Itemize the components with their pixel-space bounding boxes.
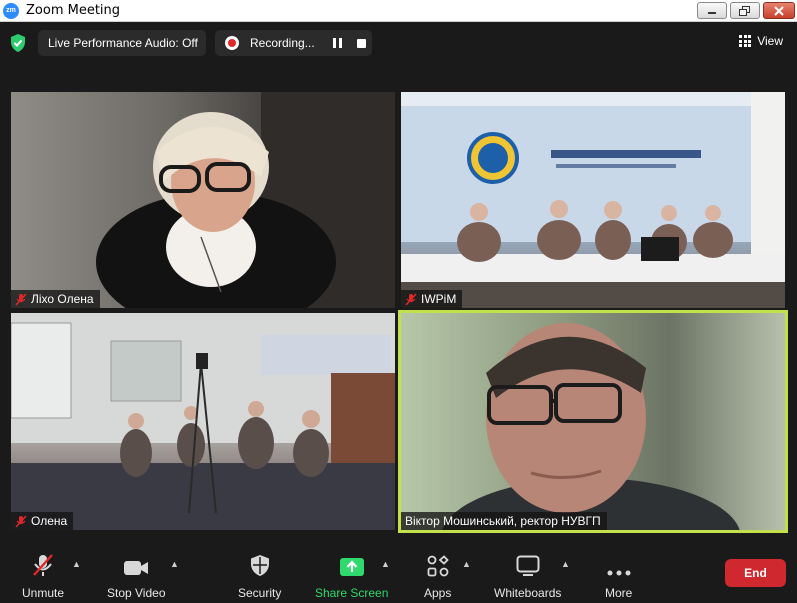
participant-video-tile[interactable]: Олена bbox=[11, 313, 395, 530]
share-screen-label: Share Screen bbox=[315, 586, 389, 600]
active-speaker-video-tile[interactable]: Віктор Мошинський, ректор НУВГП bbox=[398, 310, 788, 533]
encryption-shield-icon[interactable] bbox=[10, 34, 26, 52]
whiteboards-options-caret-icon[interactable]: ▲ bbox=[561, 559, 570, 569]
participant-video-tile[interactable]: IWPiM bbox=[401, 92, 785, 308]
stop-video-button[interactable]: Stop Video bbox=[107, 553, 166, 600]
apps-button[interactable]: Apps bbox=[424, 553, 451, 600]
unmute-label: Unmute bbox=[22, 586, 65, 600]
meeting-controls-toolbar: Unmute ▲ Stop Video ▲ Security Share Scr… bbox=[0, 545, 797, 603]
live-performance-audio-status[interactable]: Live Performance Audio: Off bbox=[38, 30, 206, 56]
more-label: More bbox=[605, 586, 633, 600]
close-button[interactable] bbox=[763, 2, 795, 19]
participant-video-feed bbox=[11, 313, 395, 530]
restore-button[interactable] bbox=[730, 2, 760, 19]
participant-name-tag: Віктор Мошинський, ректор НУВГП bbox=[401, 512, 607, 530]
participant-name-tag: Ліхо Олена bbox=[11, 290, 100, 308]
share-options-caret-icon[interactable]: ▲ bbox=[381, 559, 390, 569]
zoom-logo-icon: zm bbox=[3, 2, 19, 19]
view-button[interactable]: View bbox=[739, 34, 783, 48]
apps-icon bbox=[427, 555, 449, 577]
meeting-topbar: Live Performance Audio: Off Recording...… bbox=[0, 22, 797, 64]
participant-name: Ліхо Олена bbox=[31, 292, 94, 306]
participant-name-tag: IWPiM bbox=[401, 290, 463, 308]
window-title: Zoom Meeting bbox=[26, 3, 121, 18]
more-dots-icon bbox=[607, 570, 631, 576]
whiteboards-label: Whiteboards bbox=[494, 586, 562, 600]
muted-microphone-icon bbox=[33, 554, 53, 576]
participant-video-tile[interactable]: Ліхо Олена bbox=[11, 92, 395, 308]
close-icon bbox=[774, 5, 784, 16]
participant-name-tag: Олена bbox=[11, 512, 74, 530]
security-shield-icon bbox=[250, 555, 269, 576]
apps-options-caret-icon[interactable]: ▲ bbox=[462, 559, 471, 569]
share-screen-button[interactable]: Share Screen bbox=[315, 553, 388, 600]
participant-name: IWPiM bbox=[421, 292, 457, 306]
stop-recording-icon[interactable] bbox=[356, 38, 366, 48]
participant-video-feed bbox=[96, 92, 395, 308]
whiteboards-button[interactable]: Whiteboards bbox=[494, 553, 561, 600]
stop-video-label: Stop Video bbox=[107, 586, 166, 600]
muted-mic-icon bbox=[15, 292, 27, 306]
muted-mic-icon bbox=[15, 514, 27, 528]
participant-name: Віктор Мошинський, ректор НУВГП bbox=[405, 514, 601, 528]
recording-indicator: Recording... bbox=[215, 30, 372, 56]
audio-options-caret-icon[interactable]: ▲ bbox=[72, 559, 81, 569]
audio-status-label: Live Performance Audio: Off bbox=[48, 36, 198, 50]
grid-view-icon bbox=[739, 35, 752, 47]
participant-name: Олена bbox=[31, 514, 68, 528]
video-options-caret-icon[interactable]: ▲ bbox=[170, 559, 179, 569]
end-meeting-button[interactable]: End bbox=[725, 559, 786, 587]
muted-mic-icon bbox=[405, 292, 417, 306]
window-titlebar: zm Zoom Meeting bbox=[0, 0, 797, 22]
apps-label: Apps bbox=[424, 586, 452, 600]
recording-label: Recording... bbox=[250, 36, 315, 50]
minimize-button[interactable] bbox=[697, 2, 727, 19]
security-button[interactable]: Security bbox=[238, 553, 281, 600]
video-camera-icon bbox=[124, 561, 149, 575]
participant-video-feed bbox=[401, 92, 785, 308]
view-label: View bbox=[757, 34, 783, 48]
window-controls bbox=[697, 2, 795, 19]
share-screen-icon bbox=[339, 558, 364, 576]
minimize-icon bbox=[708, 11, 716, 14]
participant-video-feed bbox=[442, 323, 740, 530]
pause-recording-icon[interactable] bbox=[332, 38, 342, 48]
restore-icon bbox=[739, 5, 750, 16]
more-button[interactable]: More bbox=[605, 553, 632, 600]
unmute-button[interactable]: Unmute bbox=[22, 553, 64, 600]
whiteboard-icon bbox=[516, 555, 540, 576]
record-dot-icon bbox=[225, 36, 239, 50]
security-label: Security bbox=[238, 586, 282, 600]
